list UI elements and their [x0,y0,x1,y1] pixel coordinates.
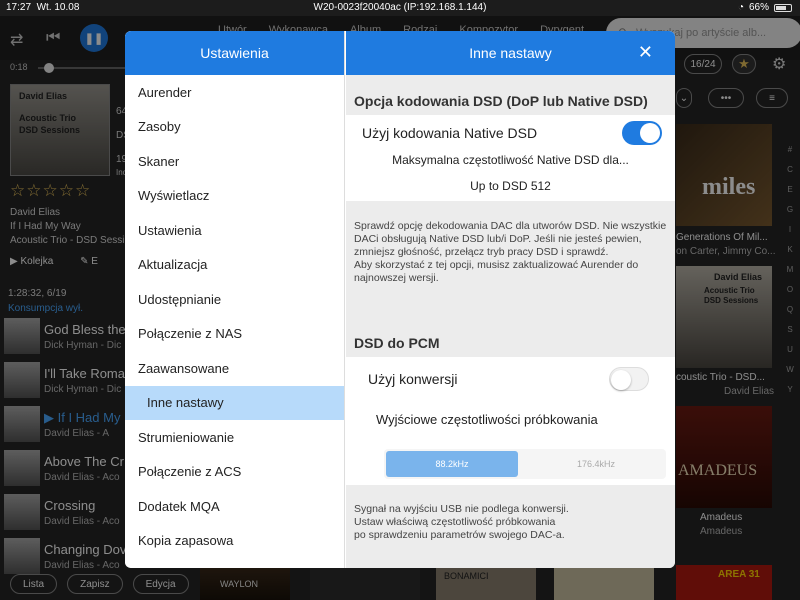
toggle-knob [611,370,631,390]
app-root: 17:27 Wt. 10.08 W20-0023f20040ac (IP:192… [0,0,800,600]
menu-item-nas[interactable]: Połączenie z NAS [125,317,344,352]
menu-item-streaming[interactable]: Strumieniowanie [125,420,344,455]
sample-rate-selector[interactable]: 88.2kHz 176.4kHz [384,449,666,479]
dsd-help-text: Sprawdź opcję dekodowania DAC dla utworó… [354,220,667,284]
settings-menu: Ustawienia Aurender Zasoby Skaner Wyświe… [125,31,345,568]
menu-item-acs[interactable]: Połączenie z ACS [125,455,344,490]
battery-label: 66% [748,2,769,13]
toggle-knob [640,123,660,143]
settings-detail-header: Inne nastawy ✕ [346,31,675,75]
menu-item-backup[interactable]: Kopia zapasowa [125,524,344,559]
max-frequency-label[interactable]: Maksymalna częstotliwość Native DSD dla.… [346,153,675,167]
pcm-section-title: DSD do PCM [354,335,440,351]
menu-item-display[interactable]: Wyświetlacz [125,179,344,214]
pcm-help-text: Sygnał na wyjściu USB nie podlega konwer… [354,503,569,541]
rate-option-88[interactable]: 88.2kHz [386,451,518,477]
dsd-options-group: Użyj kodowania Native DSD Maksymalna czę… [346,115,675,201]
menu-item-settings[interactable]: Ustawienia [125,213,344,248]
convert-toggle[interactable] [609,367,649,391]
native-dsd-label: Użyj kodowania Native DSD [362,125,538,141]
native-dsd-toggle[interactable] [622,121,662,145]
settings-modal: Ustawienia Aurender Zasoby Skaner Wyświe… [125,31,675,568]
device-name: W20-0023f20040ac (IP:192.168.1.144) [313,2,487,13]
status-bar: 17:27 Wt. 10.08 W20-0023f20040ac (IP:192… [0,0,800,16]
menu-item-mqa[interactable]: Dodatek MQA [125,489,344,524]
menu-item-aurender[interactable]: Aurender [125,75,344,110]
max-frequency-value[interactable]: Up to DSD 512 [346,179,675,193]
menu-item-advanced[interactable]: Zaawansowane [125,351,344,386]
settings-detail: Inne nastawy ✕ Opcja kodowania DSD (DoP … [346,31,675,568]
menu-item-scanner[interactable]: Skaner [125,144,344,179]
menu-item-other-settings[interactable]: Inne nastawy [125,385,344,420]
sample-rate-label: Wyjściowe częstotliwości próbkowania [376,412,598,427]
status-icons: ◔ 66% [738,2,792,13]
convert-label: Użyj konwersji [368,371,458,387]
rate-option-176[interactable]: 176.4kHz [530,451,662,477]
close-icon[interactable]: ✕ [638,42,653,63]
menu-item-update[interactable]: Aktualizacja [125,248,344,283]
settings-detail-title: Inne nastawy [469,45,552,61]
menu-item-sharing[interactable]: Udostępnianie [125,282,344,317]
dsd-section-title: Opcja kodowania DSD (DoP lub Native DSD) [354,93,648,109]
menu-item-sources[interactable]: Zasoby [125,110,344,145]
wifi-icon: ◔ [737,2,744,13]
battery-icon [774,3,792,12]
settings-menu-title: Ustawienia [125,31,344,75]
